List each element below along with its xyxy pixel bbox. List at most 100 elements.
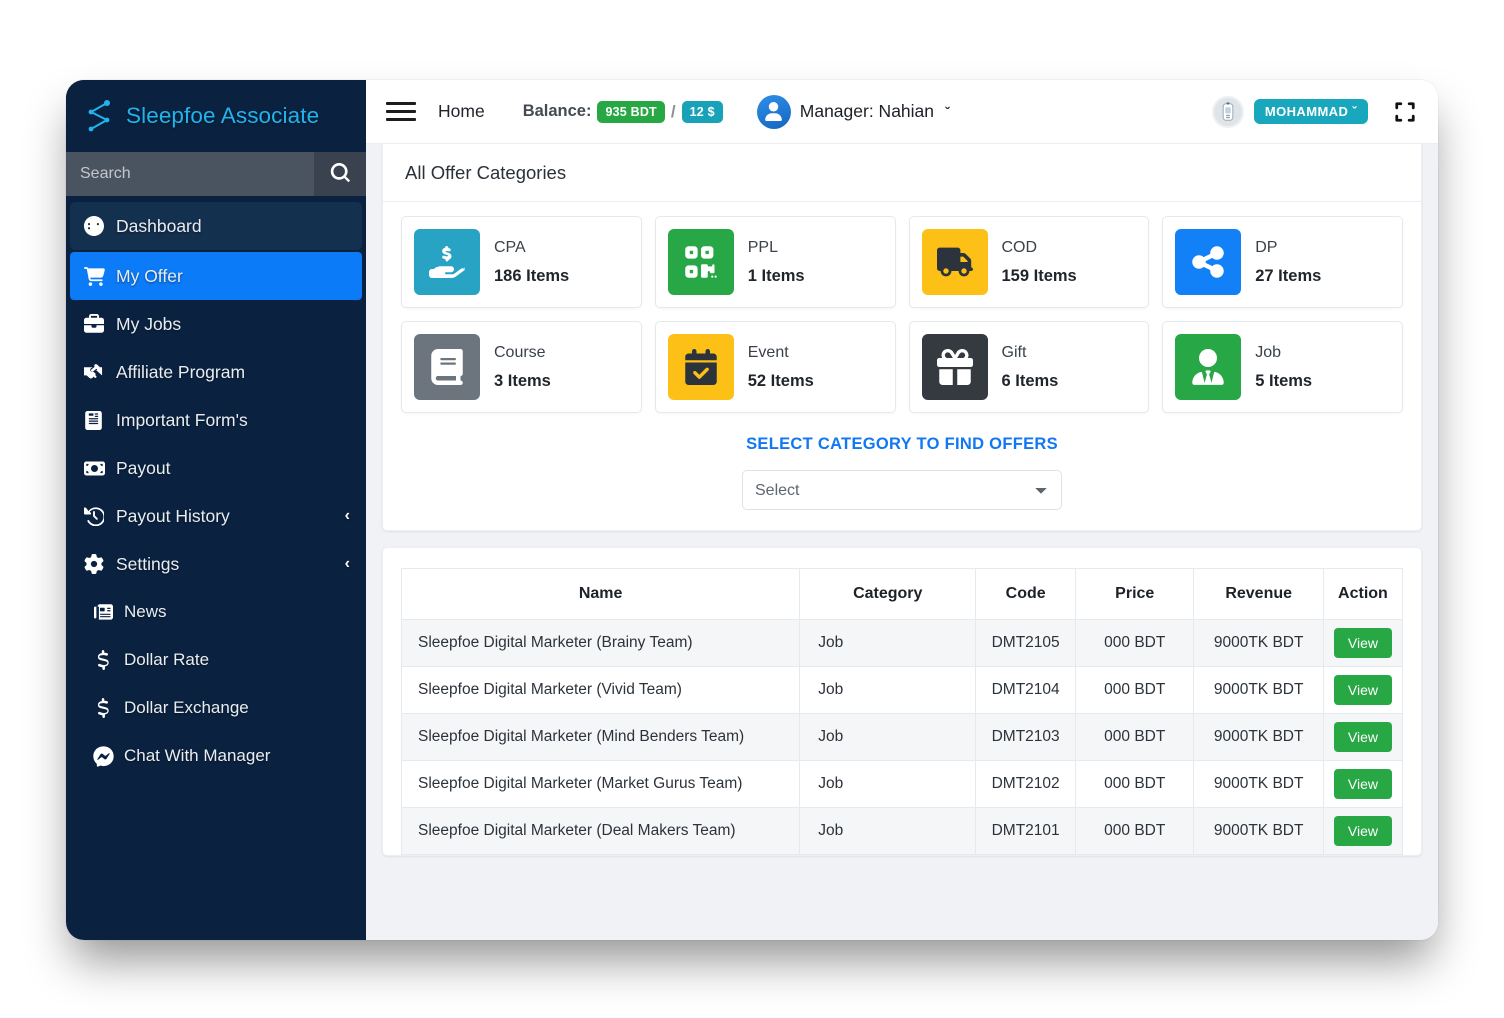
dollar-icon	[88, 698, 118, 718]
category-card-dp[interactable]: DP 27 Items	[1162, 216, 1403, 308]
sidebar-item-label: Dollar Rate	[124, 650, 210, 669]
sidebar-item-dollar-exchange[interactable]: Dollar Exchange	[66, 684, 366, 732]
category-select[interactable]: Select	[742, 470, 1062, 510]
home-link[interactable]: Home	[438, 101, 485, 122]
search-input[interactable]	[66, 152, 314, 196]
view-button[interactable]: View	[1333, 769, 1392, 799]
avatar[interactable]	[1211, 95, 1244, 128]
table-row[interactable]: Sleepfoe Digital Marketer (Market Gurus …	[400, 760, 1404, 808]
gift-icon	[921, 334, 988, 400]
category-name: COD	[1001, 238, 1038, 256]
cell-revenue: 9000TK BDT	[1193, 619, 1324, 667]
balance-separator: /	[670, 101, 676, 121]
category-count: 159 Items	[1001, 266, 1077, 285]
sidebar-item-label: Settings	[116, 553, 180, 574]
balance-usd-badge: 12 $	[681, 100, 723, 123]
sidebar-item-label: My Jobs	[116, 313, 182, 334]
cell-price: 000 BDT	[1075, 666, 1195, 714]
hamburger-icon[interactable]	[386, 99, 416, 125]
category-card-event[interactable]: Event 52 Items	[654, 321, 896, 413]
cell-action: View	[1322, 760, 1404, 808]
category-card-job[interactable]: Job 5 Items	[1162, 321, 1403, 413]
cell-revenue: 9000TK BDT	[1193, 760, 1324, 808]
sidebar-item-label: Affiliate Program	[116, 361, 246, 382]
sidebar-item-label: Payout	[116, 457, 171, 478]
cell-price: 000 BDT	[1075, 807, 1195, 855]
categories-body: CPA 186 Items PPL 1 Items COD 159 Items …	[383, 202, 1421, 530]
category-card-course[interactable]: Course 3 Items	[401, 321, 642, 413]
cell-revenue: 9000TK BDT	[1193, 713, 1324, 761]
category-count: 52 Items	[747, 371, 814, 390]
search-button[interactable]	[314, 152, 366, 196]
sidebar-item-label: Payout History	[116, 505, 230, 526]
page-scroll-area: All Offer Categories CPA 186 Items PPL 1…	[366, 144, 1438, 940]
category-name: Course	[494, 343, 546, 361]
user-menu-button[interactable]: MOHAMMAD ˇ	[1253, 99, 1368, 124]
view-button[interactable]: View	[1333, 628, 1392, 658]
column-header-revenue: Revenue	[1193, 568, 1324, 620]
cell-action: View	[1322, 666, 1404, 714]
form-icon	[84, 410, 110, 430]
truck-icon	[921, 229, 988, 295]
user-name-label: MOHAMMAD	[1264, 104, 1349, 119]
qrcode-icon	[667, 229, 734, 295]
chevron-down-icon: ˇ	[1352, 104, 1357, 119]
sidebar-item-my-jobs[interactable]: My Jobs	[66, 300, 366, 348]
category-name: CPA	[494, 238, 526, 256]
expand-arrows-icon[interactable]	[1392, 99, 1418, 125]
sidebar-item-payout[interactable]: Payout	[66, 444, 366, 492]
table-row[interactable]: Sleepfoe Digital Marketer (Brainy Team) …	[400, 619, 1404, 667]
calendar-check-icon	[667, 334, 734, 400]
cell-action: View	[1322, 619, 1404, 667]
cell-price: 000 BDT	[1075, 713, 1195, 761]
table-row[interactable]: Sleepfoe Digital Marketer (Deal Makers T…	[400, 807, 1404, 855]
brand-header[interactable]: Sleepfoe Associate	[66, 80, 366, 152]
cell-name: Sleepfoe Digital Marketer (Deal Makers T…	[400, 807, 801, 855]
category-card-gift[interactable]: Gift 6 Items	[908, 321, 1150, 413]
money-check-icon	[84, 458, 110, 479]
manager-avatar	[756, 94, 791, 129]
sidebar-item-payout-history[interactable]: Payout History ‹	[66, 492, 366, 540]
view-button[interactable]: View	[1333, 816, 1392, 846]
sidebar-item-important-forms[interactable]: Important Form's	[66, 396, 366, 444]
table-row[interactable]: Sleepfoe Digital Marketer (Mind Benders …	[400, 713, 1404, 761]
gauge-icon	[84, 216, 110, 236]
sidebar-item-dollar-rate[interactable]: Dollar Rate	[66, 636, 366, 684]
balance-label: Balance:	[522, 102, 592, 120]
briefcase-icon	[84, 314, 110, 334]
cart-icon	[84, 266, 110, 287]
manager-dropdown[interactable]: Manager: Nahian ˇ	[756, 94, 950, 129]
sidebar-item-affiliate-program[interactable]: Affiliate Program	[66, 348, 366, 396]
view-button[interactable]: View	[1333, 722, 1392, 752]
cell-code: DMT2101	[975, 807, 1077, 855]
cell-name: Sleepfoe Digital Marketer (Vivid Team)	[400, 666, 801, 714]
category-card-cod[interactable]: COD 159 Items	[908, 216, 1150, 308]
column-header-code: Code	[975, 568, 1077, 620]
cell-code: DMT2102	[975, 760, 1077, 808]
table-row[interactable]: Sleepfoe Digital Marketer (Vivid Team) J…	[400, 666, 1404, 714]
category-card-cpa[interactable]: CPA 186 Items	[401, 216, 642, 308]
view-button[interactable]: View	[1333, 675, 1392, 705]
category-card-ppl[interactable]: PPL 1 Items	[654, 216, 896, 308]
sidebar-item-label: News	[124, 602, 167, 621]
cell-category: Job	[799, 666, 977, 714]
column-header-category: Category	[799, 568, 977, 620]
sidebar-item-chat-with-manager[interactable]: Chat With Manager	[66, 732, 366, 780]
sidebar-item-my-offer[interactable]: My Offer	[70, 252, 362, 300]
sidebar-item-news[interactable]: News	[66, 588, 366, 636]
cell-price: 000 BDT	[1075, 760, 1195, 808]
category-count: 186 Items	[494, 266, 570, 285]
category-count: 1 Items	[747, 266, 805, 285]
sidebar-item-settings[interactable]: Settings ‹	[66, 540, 366, 588]
sidebar-item-dashboard[interactable]: Dashboard	[70, 202, 362, 250]
categories-grid: CPA 186 Items PPL 1 Items COD 159 Items …	[401, 216, 1403, 413]
cell-category: Job	[799, 807, 977, 855]
category-name: Gift	[1001, 343, 1027, 361]
offers-table-body-rows: Sleepfoe Digital Marketer (Brainy Team) …	[400, 619, 1404, 855]
category-count: 27 Items	[1255, 266, 1322, 285]
cell-category: Job	[799, 619, 977, 667]
sidebar-item-label: Important Form's	[116, 409, 248, 430]
category-name: Job	[1255, 343, 1282, 361]
messenger-icon	[88, 745, 118, 767]
history-icon	[84, 506, 110, 526]
